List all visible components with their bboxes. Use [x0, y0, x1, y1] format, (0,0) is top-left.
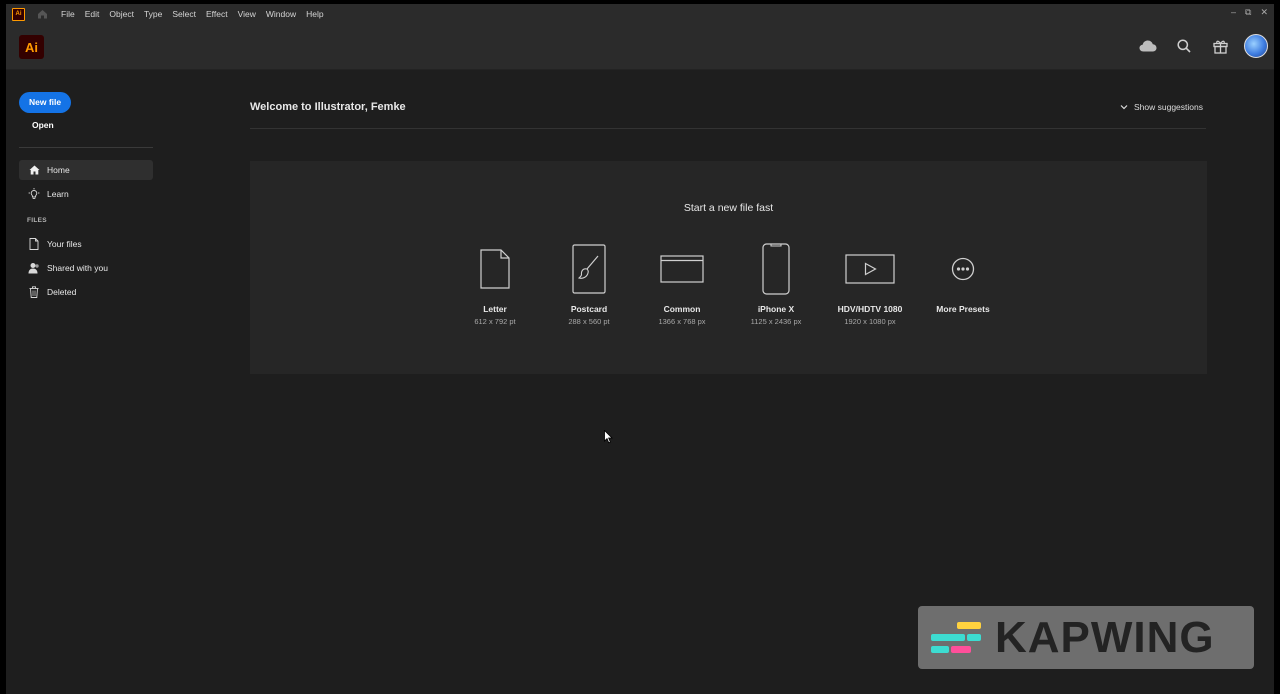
menu-select[interactable]: Select [172, 9, 196, 19]
kapwing-logo-icon [931, 620, 983, 656]
home-icon [28, 164, 40, 176]
sidebar-item-label: Home [47, 165, 70, 175]
menu-view[interactable]: View [238, 9, 256, 19]
sidebar-item-your-files[interactable]: Your files [19, 234, 153, 254]
restore-button[interactable]: ⧉ [1245, 7, 1251, 18]
menu-file[interactable]: File [61, 9, 75, 19]
open-button[interactable]: Open [19, 120, 153, 134]
preset-postcard[interactable]: Postcard 288 x 560 pt [544, 243, 634, 326]
brush-icon [544, 243, 634, 295]
preset-hdv-hdtv[interactable]: HDV/HDTV 1080 1920 x 1080 px [825, 243, 915, 326]
preset-name: Common [663, 304, 701, 314]
trash-icon [28, 286, 40, 298]
menu-edit[interactable]: Edit [85, 9, 100, 19]
preset-size: 1366 x 768 px [658, 317, 706, 326]
avatar[interactable] [1244, 34, 1268, 58]
sidebar: New file Open Home Learn FILES Your file… [19, 92, 153, 306]
search-icon[interactable] [1172, 34, 1196, 58]
show-suggestions-label: Show suggestions [1134, 102, 1203, 112]
watermark-text: KAPWING [995, 612, 1215, 662]
preset-name: Letter [483, 304, 507, 314]
document-icon [450, 243, 540, 295]
menu-type[interactable]: Type [144, 9, 162, 19]
header-actions [1124, 34, 1274, 58]
sidebar-item-learn[interactable]: Learn [19, 184, 153, 204]
app-icon: Ai [12, 7, 25, 21]
preset-size: 612 x 792 pt [474, 317, 516, 326]
sidebar-item-home[interactable]: Home [19, 160, 153, 180]
more-icon [918, 243, 1008, 295]
preset-name: Postcard [570, 304, 608, 314]
mouse-cursor-icon [604, 429, 613, 449]
panel-title: Start a new file fast [683, 202, 774, 214]
files-section-label: FILES [27, 217, 47, 224]
menu-effect[interactable]: Effect [206, 9, 228, 19]
preset-size: 288 x 560 pt [568, 317, 610, 326]
watermark: KAPWING [918, 606, 1254, 669]
preset-name: iPhone X [757, 304, 795, 314]
sidebar-item-shared[interactable]: Shared with you [19, 258, 153, 278]
lightbulb-icon [28, 188, 40, 200]
sidebar-item-label: Deleted [47, 287, 77, 297]
page-title: Welcome to Illustrator, Femke [250, 101, 406, 113]
preset-size: 1920 x 1080 px [844, 317, 896, 326]
menu-object[interactable]: Object [109, 9, 134, 19]
show-suggestions-toggle[interactable]: Show suggestions [1120, 102, 1203, 112]
preset-more[interactable]: More Presets [918, 243, 1008, 317]
menu-bar: Ai File Edit Object Type Select Effect V… [6, 4, 1274, 24]
video-icon [825, 243, 915, 295]
app-header: Ai [6, 24, 1274, 70]
preset-size: 1125 x 2436 px [750, 317, 802, 326]
close-button[interactable]: ✕ [1260, 7, 1268, 18]
main-menu: File Edit Object Type Select Effect View… [61, 9, 334, 19]
quick-start-panel: Start a new file fast Letter 612 x 792 p… [250, 161, 1207, 374]
preset-name: HDV/HDTV 1080 [837, 304, 903, 314]
illustrator-logo: Ai [19, 35, 44, 59]
people-icon [28, 262, 40, 274]
home-icon[interactable] [35, 7, 49, 21]
menu-help[interactable]: Help [306, 9, 323, 19]
chevron-down-icon [1120, 104, 1128, 110]
sidebar-item-label: Your files [47, 239, 82, 249]
sidebar-item-label: Shared with you [47, 263, 108, 273]
minimize-button[interactable]: – [1231, 7, 1236, 18]
sidebar-divider [19, 147, 153, 148]
preset-name: More Presets [936, 304, 990, 314]
illustrator-window: Ai File Edit Object Type Select Effect V… [6, 4, 1274, 694]
menu-window[interactable]: Window [266, 9, 296, 19]
header-divider [250, 128, 1206, 129]
preset-iphone-x[interactable]: iPhone X 1125 x 2436 px [731, 243, 821, 326]
new-file-button[interactable]: New file [19, 92, 72, 113]
browser-icon [637, 243, 727, 295]
gift-icon[interactable] [1208, 34, 1232, 58]
file-icon [28, 238, 40, 250]
cloud-icon[interactable] [1136, 34, 1160, 58]
preset-common[interactable]: Common 1366 x 768 px [637, 243, 727, 326]
preset-letter[interactable]: Letter 612 x 792 pt [450, 243, 540, 326]
phone-icon [731, 243, 821, 295]
sidebar-item-deleted[interactable]: Deleted [19, 282, 153, 302]
sidebar-item-label: Learn [47, 189, 69, 199]
window-controls: – ⧉ ✕ [1231, 7, 1268, 18]
